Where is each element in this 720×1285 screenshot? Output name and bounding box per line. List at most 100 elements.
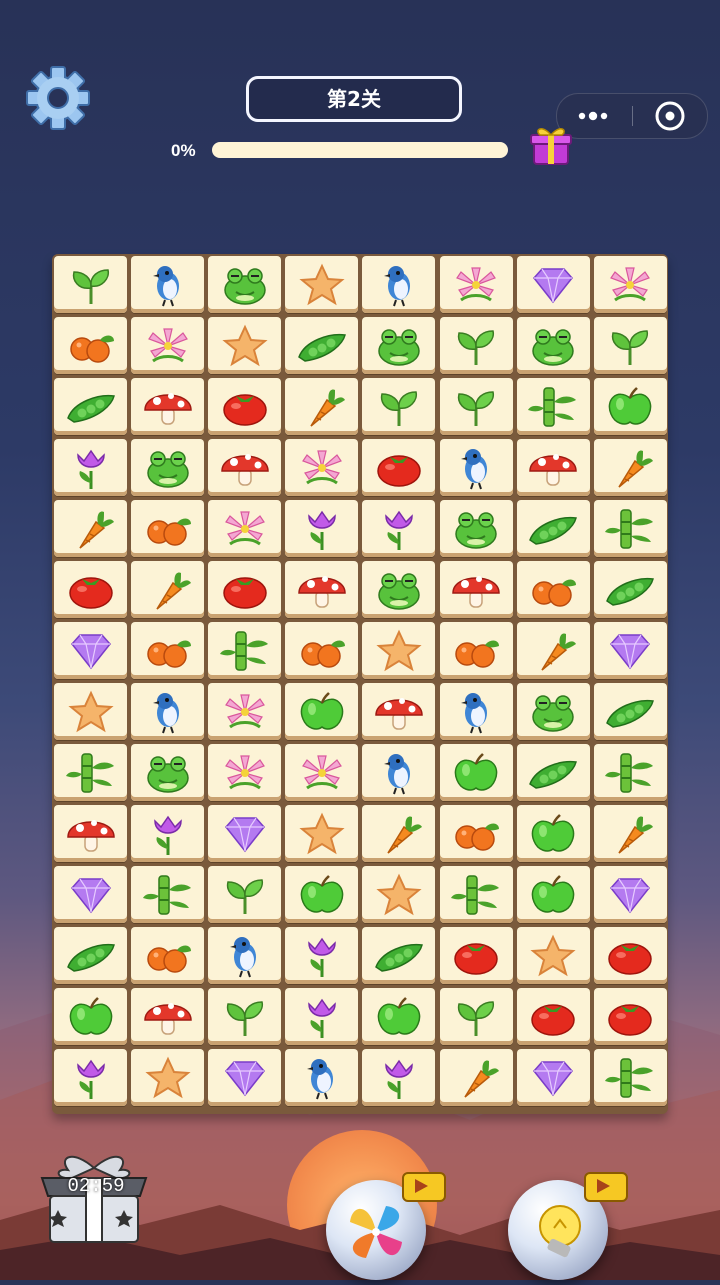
tile-tulip[interactable] — [131, 805, 205, 862]
tile-gem[interactable] — [208, 1049, 282, 1106]
tile-bamboo[interactable] — [593, 500, 667, 557]
tile-mushroom[interactable] — [285, 561, 359, 618]
tile-pea[interactable] — [285, 317, 359, 374]
tile-lily[interactable] — [208, 683, 282, 740]
tile-bamboo[interactable] — [54, 744, 127, 801]
tile-tulip[interactable] — [285, 988, 359, 1045]
tile-lily[interactable] — [131, 317, 205, 374]
tile-carrot[interactable] — [439, 1049, 513, 1106]
treasure-chest-button[interactable] — [34, 1150, 154, 1250]
tile-gem[interactable] — [208, 805, 282, 862]
tile-mushroom[interactable] — [516, 439, 590, 496]
tile-carrot[interactable] — [362, 805, 436, 862]
tile-star[interactable] — [208, 317, 282, 374]
tile-bamboo[interactable] — [131, 866, 205, 923]
tile-frog[interactable] — [208, 256, 282, 313]
tile-pea[interactable] — [516, 744, 590, 801]
tile-orange[interactable] — [54, 317, 127, 374]
tile-mushroom[interactable] — [131, 988, 205, 1045]
tile-carrot[interactable] — [285, 378, 359, 435]
tile-apple[interactable] — [362, 988, 436, 1045]
tile-sprout[interactable] — [362, 378, 436, 435]
tile-orange[interactable] — [439, 805, 513, 862]
tile-star[interactable] — [285, 256, 359, 313]
tile-frog[interactable] — [131, 439, 205, 496]
tile-gem[interactable] — [516, 1049, 590, 1106]
tile-lily[interactable] — [439, 256, 513, 313]
tile-tulip[interactable] — [285, 927, 359, 984]
tile-pea[interactable] — [362, 927, 436, 984]
tile-bird[interactable] — [362, 744, 436, 801]
tile-frog[interactable] — [516, 683, 590, 740]
tile-tulip[interactable] — [54, 1049, 127, 1106]
tile-tomato[interactable] — [593, 927, 667, 984]
tile-tomato[interactable] — [362, 439, 436, 496]
tile-frog[interactable] — [439, 500, 513, 557]
tile-gem[interactable] — [516, 256, 590, 313]
tile-carrot[interactable] — [593, 439, 667, 496]
tile-sprout[interactable] — [439, 317, 513, 374]
tile-pea[interactable] — [54, 927, 127, 984]
tile-lily[interactable] — [208, 500, 282, 557]
tile-orange[interactable] — [131, 622, 205, 679]
tile-star[interactable] — [516, 927, 590, 984]
tile-apple[interactable] — [593, 378, 667, 435]
tile-tomato[interactable] — [54, 561, 127, 618]
tile-apple[interactable] — [54, 988, 127, 1045]
tile-sprout[interactable] — [439, 988, 513, 1045]
tile-tomato[interactable] — [516, 988, 590, 1045]
tile-bird[interactable] — [285, 1049, 359, 1106]
tile-sprout[interactable] — [208, 988, 282, 1045]
tile-orange[interactable] — [131, 927, 205, 984]
tile-bamboo[interactable] — [593, 744, 667, 801]
close-button[interactable] — [633, 94, 707, 138]
tile-gem[interactable] — [593, 622, 667, 679]
tile-frog[interactable] — [362, 561, 436, 618]
tile-apple[interactable] — [516, 866, 590, 923]
tile-pea[interactable] — [54, 378, 127, 435]
tile-bird[interactable] — [439, 439, 513, 496]
tile-sprout[interactable] — [593, 317, 667, 374]
tile-apple[interactable] — [516, 805, 590, 862]
tile-tomato[interactable] — [208, 378, 282, 435]
tile-tulip[interactable] — [54, 439, 127, 496]
tile-pea[interactable] — [593, 683, 667, 740]
tile-star[interactable] — [285, 805, 359, 862]
tile-bird[interactable] — [131, 683, 205, 740]
tile-bamboo[interactable] — [516, 378, 590, 435]
tile-carrot[interactable] — [593, 805, 667, 862]
tile-bamboo[interactable] — [439, 866, 513, 923]
tile-tomato[interactable] — [593, 988, 667, 1045]
tile-mushroom[interactable] — [208, 439, 282, 496]
tile-orange[interactable] — [131, 500, 205, 557]
tile-sprout[interactable] — [208, 866, 282, 923]
tile-bamboo[interactable] — [593, 1049, 667, 1106]
tile-carrot[interactable] — [54, 500, 127, 557]
tile-gem[interactable] — [54, 622, 127, 679]
tile-pea[interactable] — [516, 500, 590, 557]
tile-carrot[interactable] — [131, 561, 205, 618]
tile-mushroom[interactable] — [54, 805, 127, 862]
tile-lily[interactable] — [285, 439, 359, 496]
tile-orange[interactable] — [516, 561, 590, 618]
tile-apple[interactable] — [285, 866, 359, 923]
tile-star[interactable] — [362, 622, 436, 679]
tile-star[interactable] — [362, 866, 436, 923]
tile-pea[interactable] — [593, 561, 667, 618]
tile-bird[interactable] — [439, 683, 513, 740]
tile-gem[interactable] — [593, 866, 667, 923]
tile-mushroom[interactable] — [131, 378, 205, 435]
tile-mushroom[interactable] — [439, 561, 513, 618]
tile-gem[interactable] — [54, 866, 127, 923]
tile-tulip[interactable] — [362, 1049, 436, 1106]
tile-tomato[interactable] — [439, 927, 513, 984]
tile-lily[interactable] — [285, 744, 359, 801]
tile-frog[interactable] — [131, 744, 205, 801]
tile-star[interactable] — [131, 1049, 205, 1106]
tile-carrot[interactable] — [516, 622, 590, 679]
tile-frog[interactable] — [516, 317, 590, 374]
tile-mushroom[interactable] — [362, 683, 436, 740]
tile-tulip[interactable] — [362, 500, 436, 557]
tile-apple[interactable] — [285, 683, 359, 740]
tile-bird[interactable] — [208, 927, 282, 984]
